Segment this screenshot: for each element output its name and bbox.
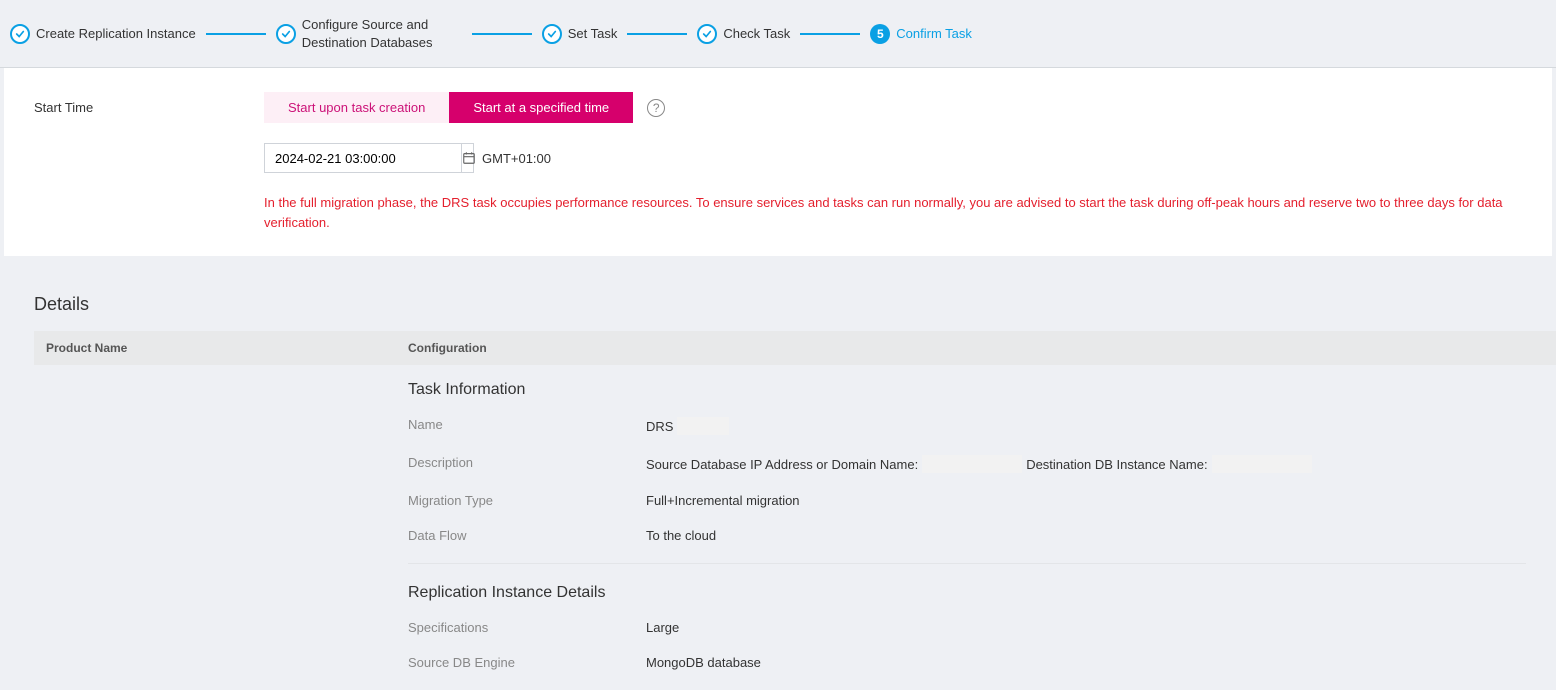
details-table-header: Product Name Configuration bbox=[34, 331, 1556, 365]
data-flow-label: Data Flow bbox=[408, 528, 646, 543]
redacted-value bbox=[1212, 455, 1312, 473]
details-title: Details bbox=[34, 294, 1556, 315]
wizard-stepper: Create Replication Instance Configure So… bbox=[0, 0, 1556, 68]
datetime-input[interactable] bbox=[265, 151, 461, 166]
details-section: Details Product Name Configuration Task … bbox=[0, 256, 1556, 690]
redacted-value bbox=[922, 455, 1022, 473]
help-icon[interactable]: ? bbox=[647, 99, 665, 117]
check-icon bbox=[276, 24, 296, 44]
step-configure-source-dest[interactable]: Configure Source and Destination Databas… bbox=[276, 16, 462, 51]
datetime-picker[interactable] bbox=[264, 143, 474, 173]
specifications-label: Specifications bbox=[408, 620, 646, 635]
data-flow-value: To the cloud bbox=[646, 528, 716, 543]
step-label: Confirm Task bbox=[896, 25, 972, 43]
description-value: Source Database IP Address or Domain Nam… bbox=[646, 455, 1312, 473]
specifications-value: Large bbox=[646, 620, 679, 635]
step-set-task[interactable]: Set Task bbox=[542, 24, 618, 44]
check-icon bbox=[697, 24, 717, 44]
replication-details-title: Replication Instance Details bbox=[408, 584, 1556, 602]
step-label: Create Replication Instance bbox=[36, 25, 196, 43]
step-check-task[interactable]: Check Task bbox=[697, 24, 790, 44]
step-connector bbox=[206, 33, 266, 35]
migration-type-value: Full+Incremental migration bbox=[646, 493, 800, 508]
step-connector bbox=[627, 33, 687, 35]
step-label: Configure Source and Destination Databas… bbox=[302, 16, 462, 51]
step-number-icon: 5 bbox=[870, 24, 890, 44]
col-header-product-name: Product Name bbox=[34, 341, 398, 355]
step-label: Set Task bbox=[568, 25, 618, 43]
description-label: Description bbox=[408, 455, 646, 473]
warning-text: In the full migration phase, the DRS tas… bbox=[264, 193, 1522, 232]
start-at-specified-time-button[interactable]: Start at a specified time bbox=[449, 92, 633, 123]
calendar-icon[interactable] bbox=[461, 144, 476, 172]
step-create-replication[interactable]: Create Replication Instance bbox=[10, 24, 196, 44]
description-dst-label: Destination DB Instance Name: bbox=[1026, 457, 1207, 472]
check-icon bbox=[10, 24, 30, 44]
task-information-title: Task Information bbox=[408, 381, 1556, 399]
step-label: Check Task bbox=[723, 25, 790, 43]
task-name-text: DRS bbox=[646, 419, 673, 434]
step-connector bbox=[472, 33, 532, 35]
check-icon bbox=[542, 24, 562, 44]
step-connector bbox=[800, 33, 860, 35]
step-confirm-task[interactable]: 5 Confirm Task bbox=[870, 24, 972, 44]
task-name-value: DRS bbox=[646, 417, 729, 435]
section-divider bbox=[408, 563, 1526, 564]
source-db-engine-value: MongoDB database bbox=[646, 655, 761, 670]
content-card: Start Time Start upon task creation Star… bbox=[4, 68, 1552, 256]
migration-type-label: Migration Type bbox=[408, 493, 646, 508]
task-name-label: Name bbox=[408, 417, 646, 435]
description-src-label: Source Database IP Address or Domain Nam… bbox=[646, 457, 918, 472]
start-time-label: Start Time bbox=[34, 100, 264, 115]
source-db-engine-label: Source DB Engine bbox=[408, 655, 646, 670]
redacted-value bbox=[677, 417, 729, 435]
timezone-text: GMT+01:00 bbox=[482, 151, 551, 166]
start-upon-creation-button[interactable]: Start upon task creation bbox=[264, 92, 449, 123]
col-header-configuration: Configuration bbox=[398, 341, 1556, 355]
start-time-toggle: Start upon task creation Start at a spec… bbox=[264, 92, 633, 123]
